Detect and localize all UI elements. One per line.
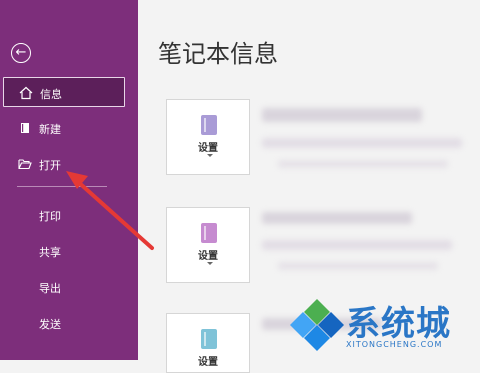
watermark-logo-icon [290,299,344,351]
watermark-text: 系统城 [346,304,451,344]
watermark-url: XITONGCHENG.COM [346,340,443,349]
watermark: 系统城 XITONGCHENG.COM [288,287,480,360]
